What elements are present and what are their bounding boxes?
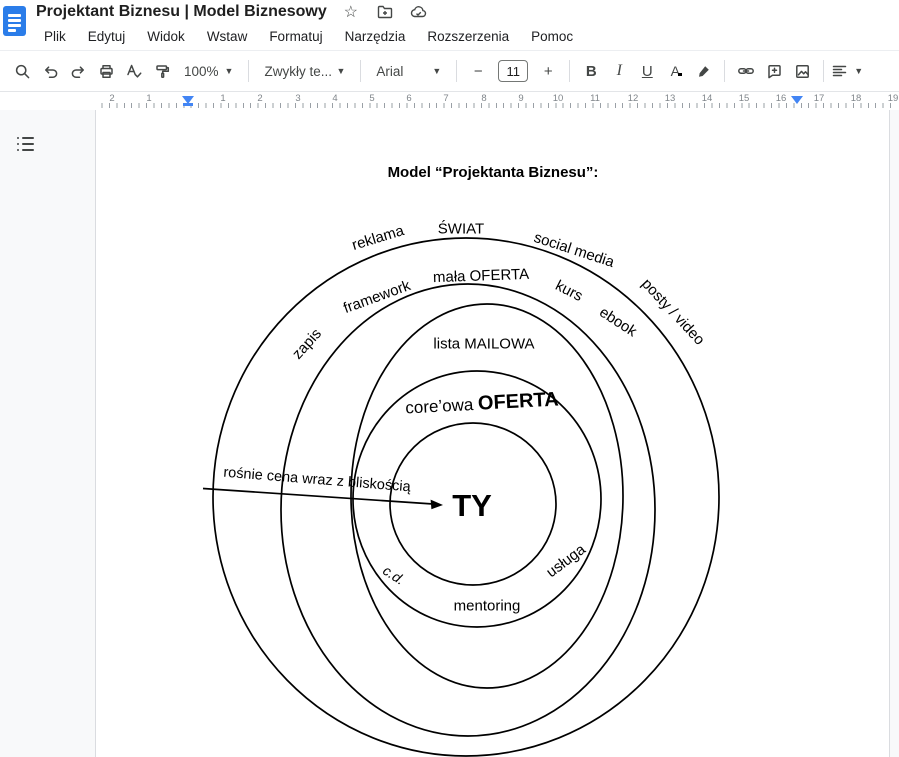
spell-check-icon[interactable] bbox=[120, 58, 148, 84]
font-select[interactable]: Arial ▼ bbox=[368, 58, 449, 84]
toolbar: 100% ▼ Zwykły te... ▼ Arial ▼ − 11 + B I… bbox=[0, 50, 899, 92]
insert-image-icon[interactable] bbox=[788, 58, 816, 84]
ruler-number: 17 bbox=[814, 93, 825, 104]
menu-item-narzędzia[interactable]: Narzędzia bbox=[334, 26, 417, 47]
ruler-number: 2 bbox=[109, 93, 114, 104]
ruler-number: 4 bbox=[332, 93, 337, 104]
right-indent-marker[interactable] bbox=[791, 96, 803, 104]
menu-item-edytuj[interactable]: Edytuj bbox=[77, 26, 137, 47]
ruler-number: 1 bbox=[220, 93, 225, 104]
insert-link-icon[interactable] bbox=[732, 58, 760, 84]
ruler-number: 19 bbox=[888, 93, 899, 104]
menu-bar: PlikEdytujWidokWstawFormatujNarzędziaRoz… bbox=[33, 24, 584, 48]
ruler-number: 12 bbox=[628, 93, 639, 104]
font-value: Arial bbox=[376, 64, 426, 79]
menu-item-formatuj[interactable]: Formatuj bbox=[258, 26, 333, 47]
font-size-input[interactable]: 11 bbox=[498, 60, 528, 82]
ruler-number: 13 bbox=[665, 93, 676, 104]
ruler-number: 16 bbox=[776, 93, 787, 104]
ruler-number: 9 bbox=[518, 93, 523, 104]
toolbar-separator bbox=[724, 60, 725, 82]
ruler: 2112345678910111213141516171819 bbox=[0, 93, 899, 110]
ruler-number: 3 bbox=[295, 93, 300, 104]
undo-icon[interactable] bbox=[36, 58, 64, 84]
ruler-number: 18 bbox=[851, 93, 862, 104]
toolbar-separator bbox=[569, 60, 570, 82]
menu-item-rozszerzenia[interactable]: Rozszerzenia bbox=[416, 26, 520, 47]
concentric-circles-diagram[interactable] bbox=[0, 110, 899, 757]
ruler-number: 2 bbox=[257, 93, 262, 104]
zoom-select[interactable]: 100% ▼ bbox=[176, 58, 241, 84]
cloud-status-icon[interactable] bbox=[409, 2, 429, 22]
google-docs-icon[interactable] bbox=[3, 6, 26, 36]
underline-button[interactable]: U bbox=[633, 58, 661, 84]
google-docs-window: Projektant Biznesu | Model Biznesowy ☆ P… bbox=[0, 0, 899, 757]
paragraph-style-select[interactable]: Zwykły te... ▼ bbox=[256, 58, 353, 84]
menu-item-plik[interactable]: Plik bbox=[33, 26, 77, 47]
italic-button[interactable]: I bbox=[605, 58, 633, 84]
chevron-down-icon: ▼ bbox=[854, 66, 863, 76]
menu-item-widok[interactable]: Widok bbox=[136, 26, 196, 47]
ruler-number: 1 bbox=[146, 93, 151, 104]
ruler-number: 10 bbox=[553, 93, 564, 104]
ruler-number: 5 bbox=[369, 93, 374, 104]
ruler-number: 15 bbox=[739, 93, 750, 104]
decrease-font-size-button[interactable]: − bbox=[464, 58, 492, 84]
ruler-number: 6 bbox=[406, 93, 411, 104]
star-icon[interactable]: ☆ bbox=[341, 2, 361, 22]
align-left-icon[interactable]: ▼ bbox=[831, 58, 863, 84]
add-comment-icon[interactable] bbox=[760, 58, 788, 84]
menu-item-wstaw[interactable]: Wstaw bbox=[196, 26, 259, 47]
chevron-down-icon: ▼ bbox=[432, 66, 441, 76]
diagram-label-ty: TY bbox=[452, 488, 492, 524]
toolbar-separator bbox=[248, 60, 249, 82]
highlight-color-icon[interactable] bbox=[689, 58, 717, 84]
zoom-value: 100% bbox=[184, 64, 219, 79]
increase-font-size-button[interactable]: + bbox=[534, 58, 562, 84]
style-value: Zwykły te... bbox=[264, 64, 330, 79]
diagram-label-swiat: ŚWIAT bbox=[438, 221, 484, 238]
ruler-number: 11 bbox=[590, 93, 600, 104]
ruler-number: 8 bbox=[481, 93, 486, 104]
header: Projektant Biznesu | Model Biznesowy ☆ P… bbox=[0, 0, 899, 50]
text-color-button[interactable]: A bbox=[661, 58, 689, 84]
ruler-number: 14 bbox=[702, 93, 713, 104]
ruler-ticks bbox=[95, 103, 893, 108]
menu-item-pomoc[interactable]: Pomoc bbox=[520, 26, 584, 47]
toolbar-separator bbox=[360, 60, 361, 82]
diagram-label-mentoring: mentoring bbox=[454, 598, 521, 615]
redo-icon[interactable] bbox=[64, 58, 92, 84]
move-to-folder-icon[interactable] bbox=[375, 2, 395, 22]
toolbar-separator bbox=[456, 60, 457, 82]
diagram-label-mala-oferta: mała OFERTA bbox=[433, 266, 530, 286]
ruler-number: 7 bbox=[443, 93, 448, 104]
paint-format-icon[interactable] bbox=[148, 58, 176, 84]
toolbar-separator bbox=[823, 60, 824, 82]
document-title[interactable]: Projektant Biznesu | Model Biznesowy bbox=[36, 3, 327, 21]
price-arrow-head bbox=[431, 500, 443, 510]
diagram-label-lista-mailowa: lista MAILOWA bbox=[433, 336, 534, 353]
print-icon[interactable] bbox=[92, 58, 120, 84]
document-canvas: Model “Projektanta Biznesu”: reklamaŚWIA… bbox=[0, 110, 899, 757]
bold-button[interactable]: B bbox=[577, 58, 605, 84]
left-indent-marker[interactable] bbox=[182, 96, 194, 104]
search-icon[interactable] bbox=[8, 58, 36, 84]
chevron-down-icon: ▼ bbox=[225, 66, 234, 76]
chevron-down-icon: ▼ bbox=[336, 66, 345, 76]
